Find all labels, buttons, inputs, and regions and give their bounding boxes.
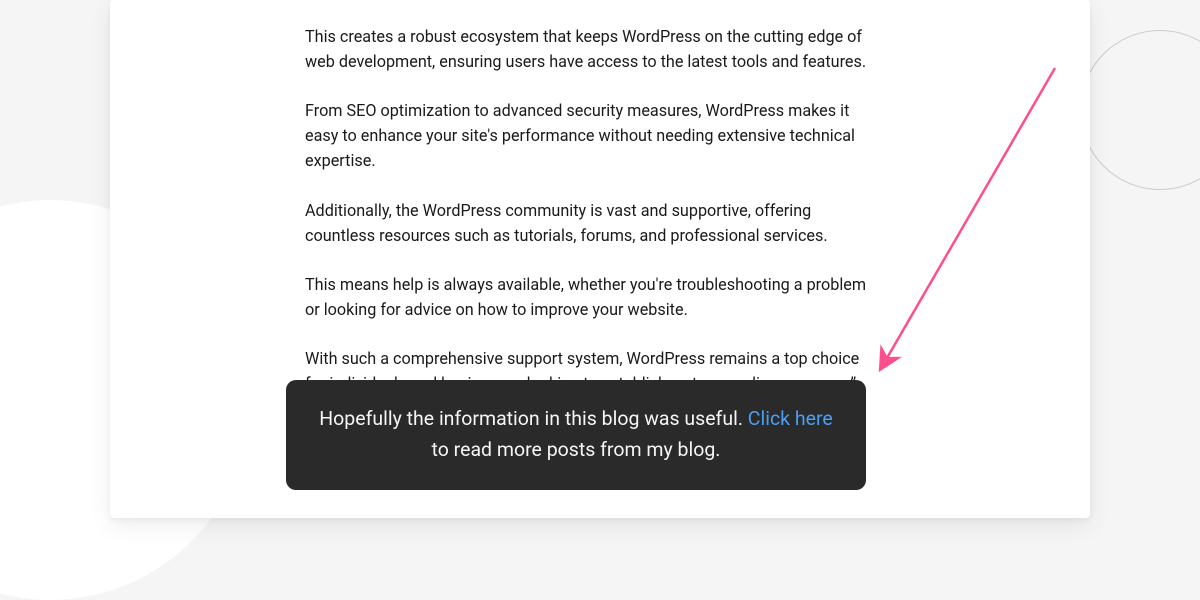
paragraph: Additionally, the WordPress community is… (305, 198, 875, 248)
cta-text-before: Hopefully the information in this blog w… (319, 407, 748, 430)
paragraph: This means help is always available, whe… (305, 272, 875, 322)
cta-box: Hopefully the information in this blog w… (286, 380, 866, 490)
paragraph: This creates a robust ecosystem that kee… (305, 24, 875, 74)
article-card: This creates a robust ecosystem that kee… (110, 0, 1090, 518)
article-content: This creates a robust ecosystem that kee… (305, 24, 875, 420)
cta-link[interactable]: Click here (748, 407, 833, 430)
paragraph: From SEO optimization to advanced securi… (305, 98, 875, 173)
cta-text-after: to read more posts from my blog. (432, 438, 721, 461)
bg-circle-decoration (1080, 30, 1200, 190)
